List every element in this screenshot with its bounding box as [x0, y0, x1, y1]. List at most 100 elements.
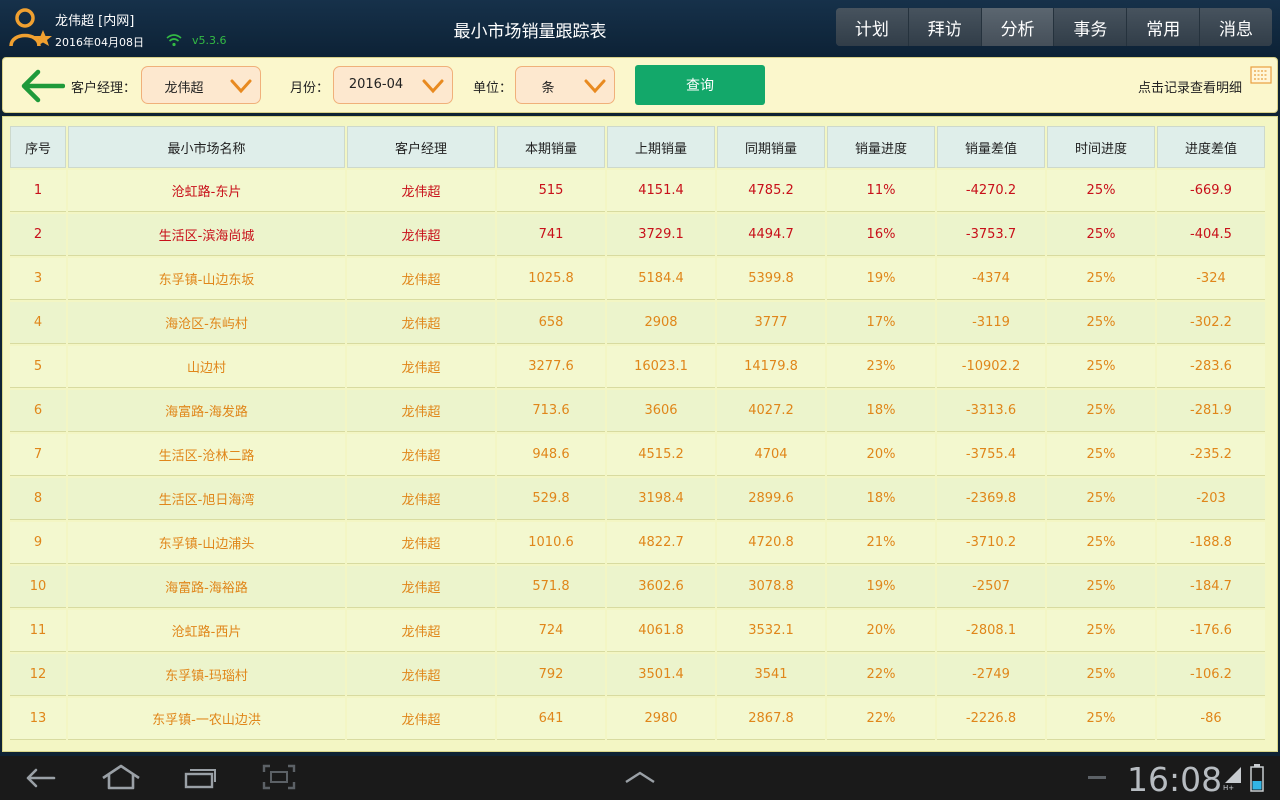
same-period-sales-cell: 3541 [717, 654, 825, 696]
system-nav-bar: 16:08 H+ [0, 756, 1280, 800]
same-period-sales-cell: 2899.6 [717, 478, 825, 520]
manager-label: 客户经理： [71, 81, 137, 96]
query-button[interactable]: 查询 [635, 65, 765, 105]
sales-progress-cell: 22% [827, 654, 935, 696]
progress-difference-cell: -106.2 [1157, 654, 1265, 696]
sales-progress-cell: 20% [827, 610, 935, 652]
table-row[interactable]: 6 海富路-海发路 龙伟超 713.6 3606 4027.2 18% -3313.6 25% -… [10, 390, 1267, 432]
same-period-sales-cell: 14179.8 [717, 346, 825, 388]
table-row[interactable]: 1 沧虹路-东片 龙伟超 515 4151.4 4785.2 11% -4270.2 25% -6… [10, 170, 1267, 212]
nav-visit[interactable]: 拜访 [908, 8, 982, 46]
table-row[interactable]: 2 生活区-滨海尚城 龙伟超 741 3729.1 4494.7 16% -3753.7 25%… [10, 214, 1267, 256]
time-progress-cell: 25% [1047, 258, 1155, 300]
back-arrow-icon[interactable] [19, 68, 65, 104]
manager-name-cell: 龙伟超 [347, 610, 495, 652]
table-row[interactable]: 3 东孚镇-山边东坂 龙伟超 1025.8 5184.4 5399.8 19% -4374 25… [10, 258, 1267, 300]
row-index-cell: 9 [10, 522, 66, 564]
back-icon[interactable] [24, 767, 56, 789]
manager-name-cell: 龙伟超 [347, 522, 495, 564]
header-cell: 进度差值 [1157, 126, 1265, 168]
row-index-cell: 10 [10, 566, 66, 608]
current-sales-cell: 948.6 [497, 434, 605, 476]
same-period-sales-cell: 4720.8 [717, 522, 825, 564]
nav-analysis[interactable]: 分析 [981, 8, 1055, 46]
market-name-cell: 生活区-滨海尚城 [68, 214, 345, 256]
previous-sales-cell: 16023.1 [607, 346, 715, 388]
market-name-cell: 东孚镇-玛瑙村 [68, 654, 345, 696]
sales-difference-cell: -3755.4 [937, 434, 1045, 476]
sales-difference-cell: -10902.2 [937, 346, 1045, 388]
svg-text:H+: H+ [1223, 784, 1234, 791]
sales-difference-cell: -2749 [937, 654, 1045, 696]
sales-progress-cell: 21% [827, 522, 935, 564]
current-sales-cell: 1025.8 [497, 258, 605, 300]
header-cell: 销量差值 [937, 126, 1045, 168]
table-row[interactable]: 4 海沧区-东屿村 龙伟超 658 2908 3777 17% -3119 25% -302.2 [10, 302, 1267, 344]
manager-value: 龙伟超 [164, 81, 204, 96]
table-row[interactable]: 9 东孚镇-山边浦头 龙伟超 1010.6 4822.7 4720.8 21% -3710.2… [10, 522, 1267, 564]
table-row[interactable]: 13 东孚镇-一农山边洪 龙伟超 641 2980 2867.8 22% -2226.8 25%… [10, 698, 1267, 740]
header-cell: 时间进度 [1047, 126, 1155, 168]
same-period-sales-cell: 4494.7 [717, 214, 825, 256]
progress-difference-cell: -669.9 [1157, 170, 1265, 212]
filter-bar: 客户经理： 龙伟超 月份： 2016-04 单位： 条 查询 点击记录查看明细 [2, 57, 1278, 113]
header-cell: 销量进度 [827, 126, 935, 168]
table-row[interactable]: 10 海富路-海裕路 龙伟超 571.8 3602.6 3078.8 19% -2507 25%… [10, 566, 1267, 608]
header-cell: 最小市场名称 [68, 126, 345, 168]
header-cell: 序号 [10, 126, 66, 168]
row-index-cell: 13 [10, 698, 66, 740]
row-index-cell: 4 [10, 302, 66, 344]
home-icon[interactable] [100, 764, 142, 790]
current-sales-cell: 658 [497, 302, 605, 344]
header-cell: 上期销量 [607, 126, 715, 168]
signal-icon: H+ [1223, 767, 1241, 791]
unit-select[interactable]: 条 [515, 66, 615, 104]
current-sales-cell: 641 [497, 698, 605, 740]
sales-difference-cell: -4270.2 [937, 170, 1045, 212]
market-name-cell: 生活区-旭日海湾 [68, 478, 345, 520]
manager-name-cell: 龙伟超 [347, 258, 495, 300]
nav-common[interactable]: 常用 [1127, 8, 1201, 46]
manager-name-cell: 龙伟超 [347, 214, 495, 256]
market-name-cell: 海富路-海发路 [68, 390, 345, 432]
manager-name-cell: 龙伟超 [347, 170, 495, 212]
manager-select[interactable]: 龙伟超 [141, 66, 261, 104]
market-name-cell: 沧虹路-东片 [68, 170, 345, 212]
unit-value: 条 [541, 81, 555, 96]
table-row[interactable]: 8 生活区-旭日海湾 龙伟超 529.8 3198.4 2899.6 18% -2369.8 2… [10, 478, 1267, 520]
time-progress-cell: 25% [1047, 214, 1155, 256]
sales-difference-cell: -3753.7 [937, 214, 1045, 256]
detail-list-icon[interactable] [1250, 66, 1272, 84]
progress-difference-cell: -404.5 [1157, 214, 1265, 256]
system-clock: 16:08 [1127, 760, 1223, 799]
table-row[interactable]: 5 山边村 龙伟超 3277.6 16023.1 14179.8 23% -10902.2 25… [10, 346, 1267, 388]
nav-plan[interactable]: 计划 [836, 8, 909, 46]
nav-messages[interactable]: 消息 [1200, 8, 1272, 46]
market-name-cell: 生活区-沧林二路 [68, 434, 345, 476]
market-name-cell: 海沧区-东屿村 [68, 302, 345, 344]
time-progress-cell: 25% [1047, 698, 1155, 740]
manager-name-cell: 龙伟超 [347, 302, 495, 344]
table-row[interactable]: 11 沧虹路-西片 龙伟超 724 4061.8 3532.1 20% -2808.1 25% -… [10, 610, 1267, 652]
detail-hint: 点击记录查看明细 [1138, 81, 1243, 96]
previous-sales-cell: 3501.4 [607, 654, 715, 696]
progress-difference-cell: -184.7 [1157, 566, 1265, 608]
minus-icon [1088, 776, 1106, 779]
current-sales-cell: 792 [497, 654, 605, 696]
table-row[interactable]: 7 生活区-沧林二路 龙伟超 948.6 4515.2 4704 20% -3755.4 25%… [10, 434, 1267, 476]
nav-affairs[interactable]: 事务 [1054, 8, 1128, 46]
month-select[interactable]: 2016-04 [333, 66, 453, 104]
previous-sales-cell: 2908 [607, 302, 715, 344]
table-row[interactable]: 12 东孚镇-玛瑙村 龙伟超 792 3501.4 3541 22% -2749 25% -106… [10, 654, 1267, 696]
progress-difference-cell: -283.6 [1157, 346, 1265, 388]
previous-sales-cell: 2980 [607, 698, 715, 740]
recent-apps-icon[interactable] [184, 765, 218, 789]
sales-difference-cell: -3313.6 [937, 390, 1045, 432]
previous-sales-cell: 4061.8 [607, 610, 715, 652]
up-arrow-icon[interactable] [624, 770, 656, 784]
sales-difference-cell: -4374 [937, 258, 1045, 300]
sales-difference-cell: -2226.8 [937, 698, 1045, 740]
same-period-sales-cell: 4704 [717, 434, 825, 476]
manager-name-cell: 龙伟超 [347, 566, 495, 608]
screenshot-icon[interactable] [262, 764, 296, 790]
